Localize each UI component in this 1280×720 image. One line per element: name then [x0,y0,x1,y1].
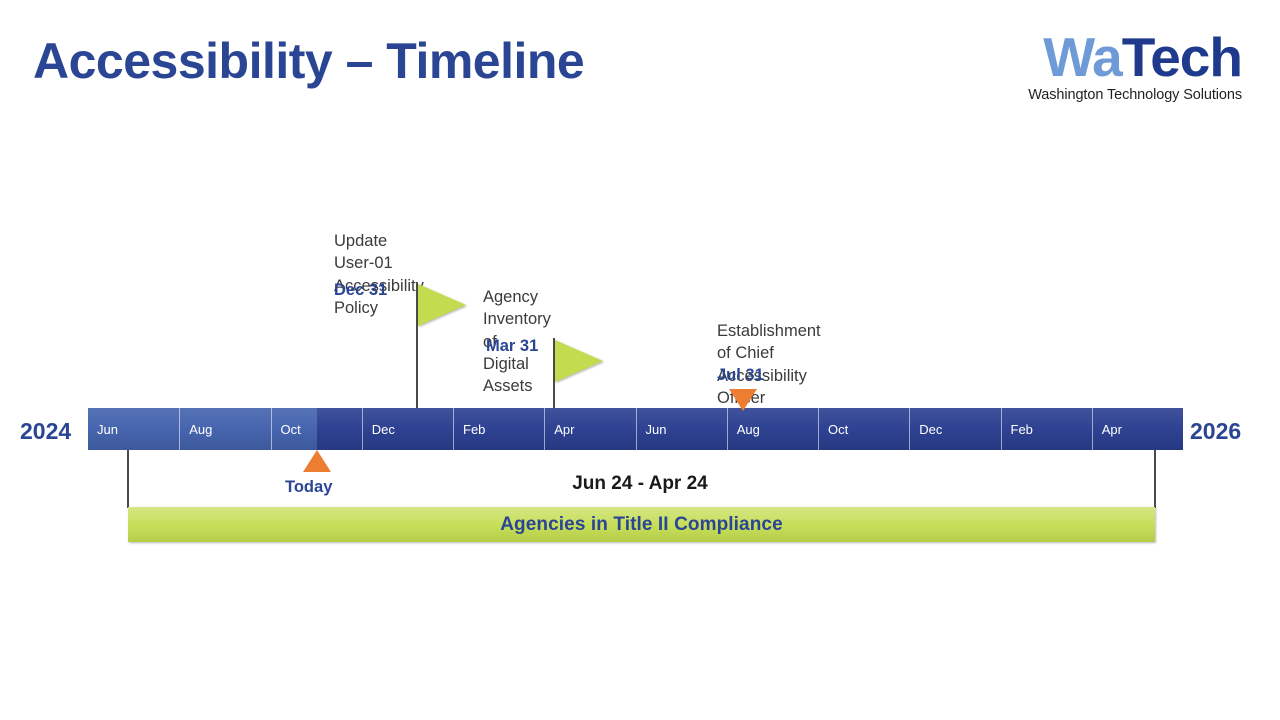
timeline-month-aug-1[interactable]: Aug [179,408,270,450]
timeline-start-year: 2024 [20,418,72,444]
timeline-month-dec-3[interactable]: Dec [361,408,453,450]
timeline-month-label: Dec [371,421,395,437]
phase-bar-title-ii-compliance[interactable]: Agencies in Title II Compliance [128,507,1155,542]
timeline-month-label: Oct [828,421,849,437]
milestone-date: Jul 31 [717,366,764,384]
milestone-date: Mar 31 [486,337,539,355]
timeline-month-label: Feb [1010,421,1033,437]
page-title: Accessibility – Timeline [33,33,585,89]
timeline-month-label: Oct [280,421,301,437]
timeline-month-oct-2[interactable]: Oct [270,408,362,450]
timeline-month-label: Jun [97,421,118,437]
timeline-month-aug-7[interactable]: Aug [726,408,818,450]
timeline-month-oct-8[interactable]: Oct [818,408,909,450]
logo-tagline: Washington Technology Solutions [1028,87,1242,103]
timeline-end-year: 2026 [1190,418,1242,444]
slide-canvas: Accessibility – Timeline WaTech Washingt… [0,0,1280,720]
phase-bar-label: Agencies in Title II Compliance [500,513,783,535]
timeline-month-label: Aug [736,421,760,437]
timeline-month-feb-4[interactable]: Feb [453,408,544,450]
logo-wordmark: WaTech [1028,30,1243,85]
timeline-month-apr-5[interactable]: Apr [544,408,635,450]
triangle-down-icon [729,389,757,411]
timeline-month-label: Apr [554,421,575,437]
timeline-month-label: Aug [189,421,213,437]
milestone-title: Update User-01 Accessibility Policy [334,232,424,317]
timeline-month-apr-11[interactable]: Apr [1091,408,1183,450]
timeline-month-jun-6[interactable]: Jun [635,408,727,450]
timeline-month-feb-10[interactable]: Feb [1000,408,1092,450]
timeline-month-label: Feb [463,421,486,437]
logo-wordmark-light: Wa [1043,26,1122,88]
watech-logo: WaTech Washington Technology Solutions [1028,30,1243,103]
timeline-axis-bar[interactable]: Jun Aug Oct Dec Feb Apr Jun Aug Oct Dec Feb Apr [88,408,1183,450]
triangle-up-icon [303,450,331,472]
timeline-month-label: Dec [919,421,943,437]
timeline-month-dec-9[interactable]: Dec [909,408,1000,450]
phase-range-label: Jun 24 - Apr 24 [572,473,708,494]
milestone-date: Dec 31 [334,281,388,299]
timeline-month-jun-0[interactable]: Jun [88,408,179,450]
timeline-month-label: Jun [645,421,667,437]
logo-wordmark-dark: Tech [1121,26,1243,88]
timeline-month-label: Apr [1101,421,1122,437]
